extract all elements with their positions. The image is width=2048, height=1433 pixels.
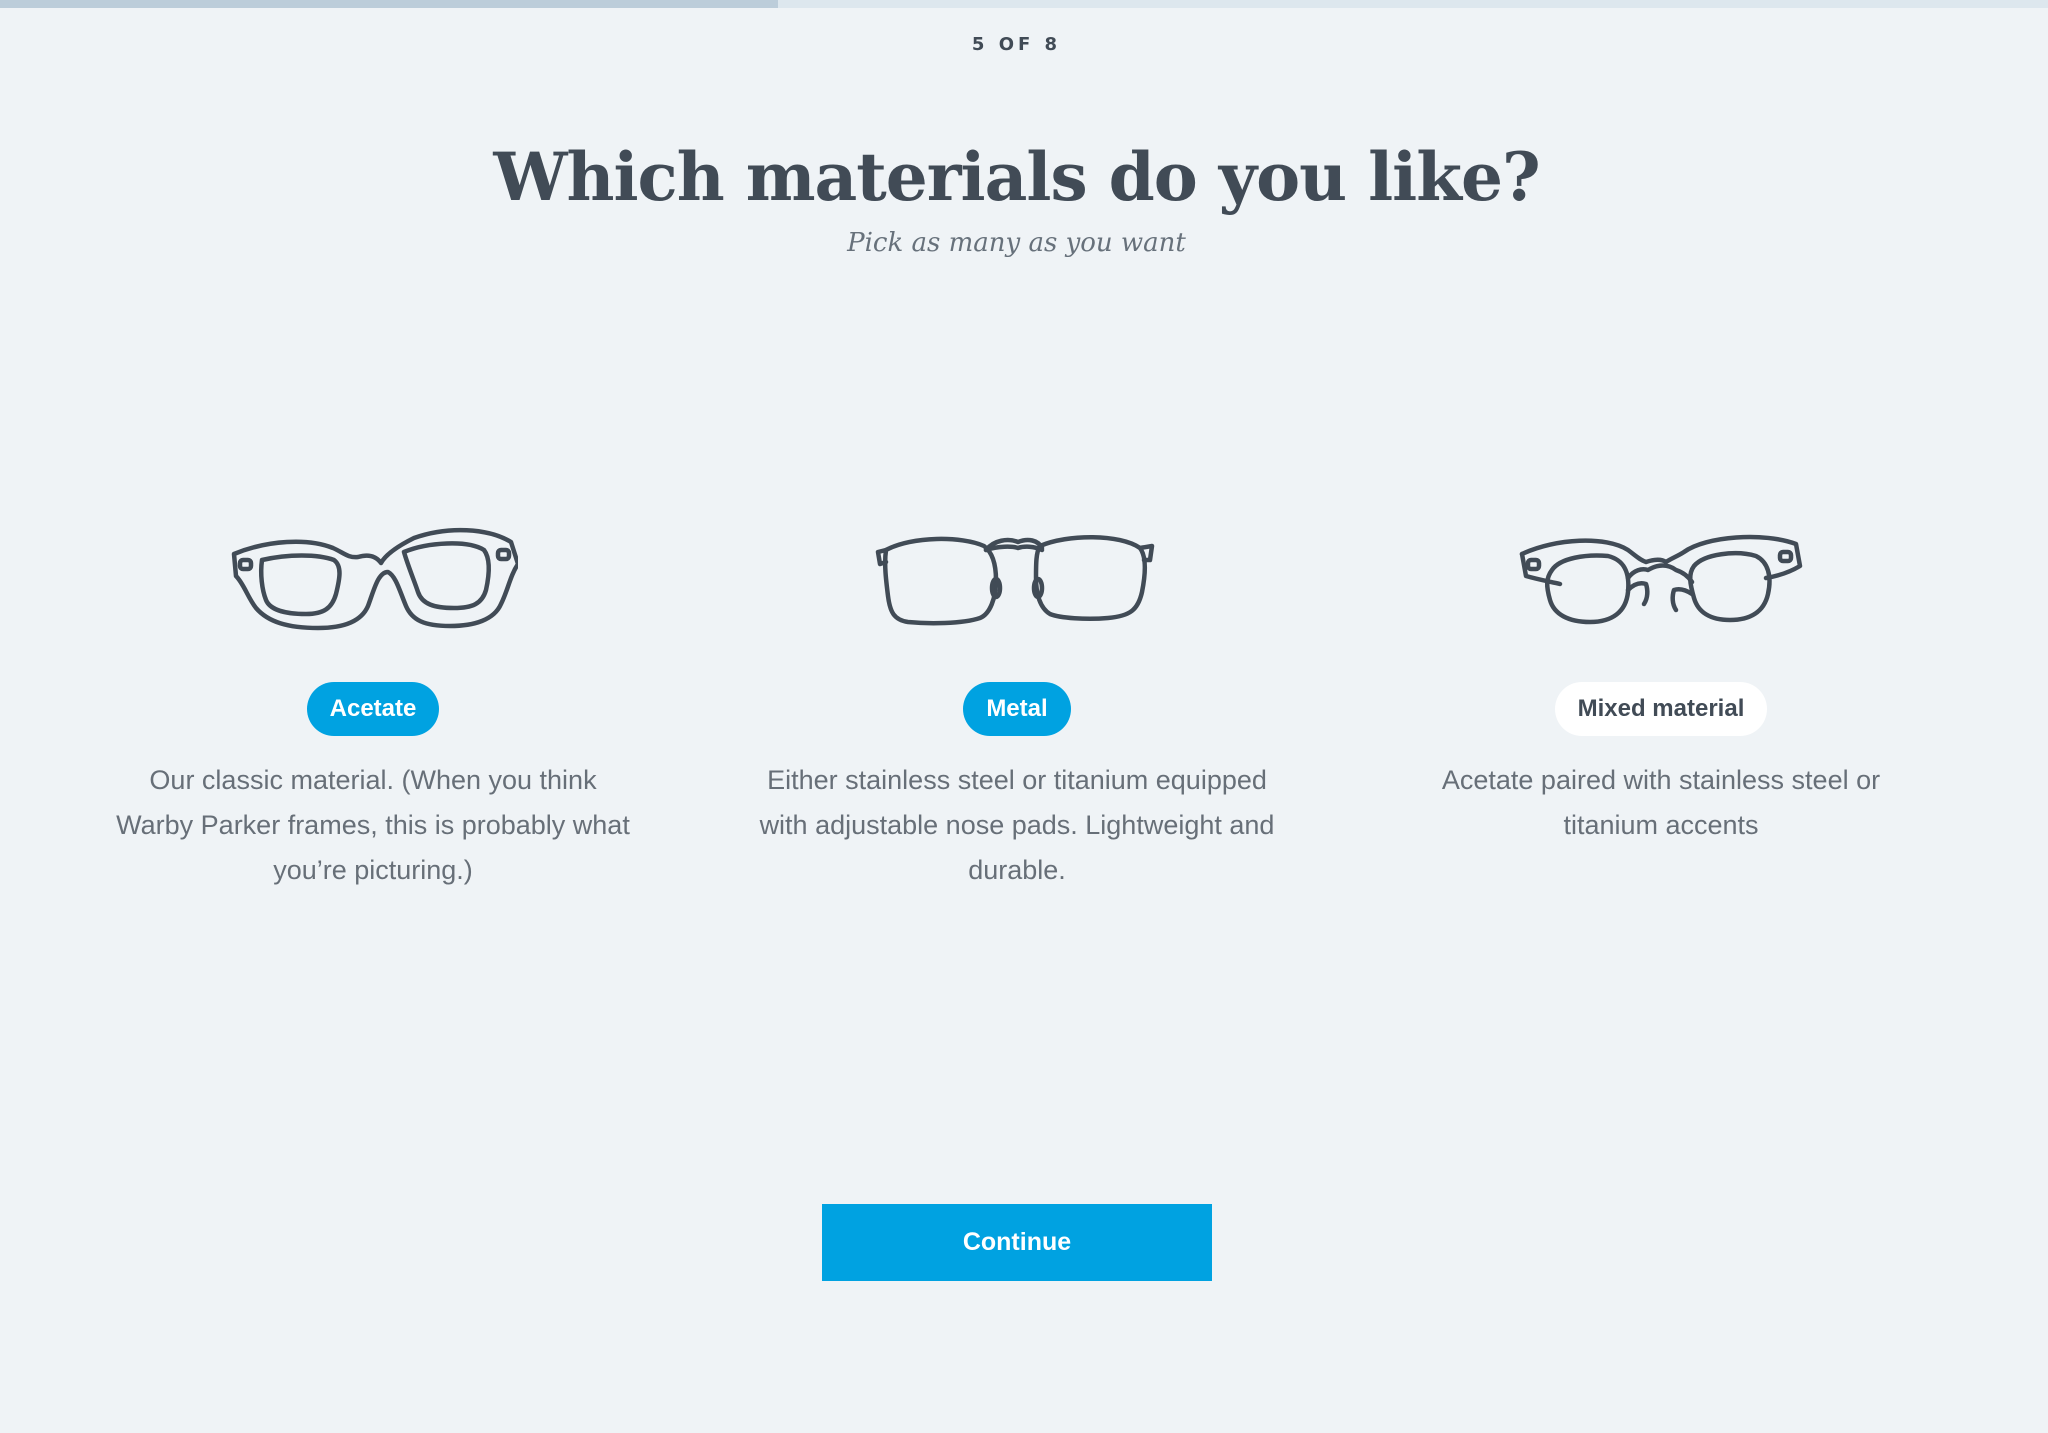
acetate-description: Our classic material. (When you think Wa… (116, 765, 630, 885)
option-mixed-material[interactable]: Mixed material Acetate paired with stain… (1401, 520, 1921, 848)
mixed-material-description: Acetate paired with stainless steel or t… (1441, 765, 1881, 840)
metal-pill[interactable]: Metal (963, 682, 1071, 736)
progress-bar (0, 0, 2048, 8)
mixed-material-pill[interactable]: Mixed material (1554, 682, 1768, 736)
acetate-glasses-icon (231, 527, 518, 631)
metal-glasses-icon (875, 535, 1155, 626)
mixed-material-glasses-icon (1519, 534, 1803, 625)
progress-bar-fill (0, 0, 779, 8)
metal-description: Either stainless steel or titanium equip… (759, 765, 1275, 885)
acetate-pill[interactable]: Acetate (306, 682, 440, 736)
option-metal[interactable]: Metal Either stainless steel or titanium… (757, 520, 1277, 893)
page-title: Which materials do you like? (493, 138, 1540, 216)
step-counter: 5 OF 8 (971, 34, 1062, 55)
option-acetate[interactable]: Acetate Our classic material. (When you … (113, 520, 633, 893)
page-subtitle: Pick as many as you want (847, 228, 1186, 258)
continue-button[interactable]: Continue (822, 1204, 1212, 1281)
